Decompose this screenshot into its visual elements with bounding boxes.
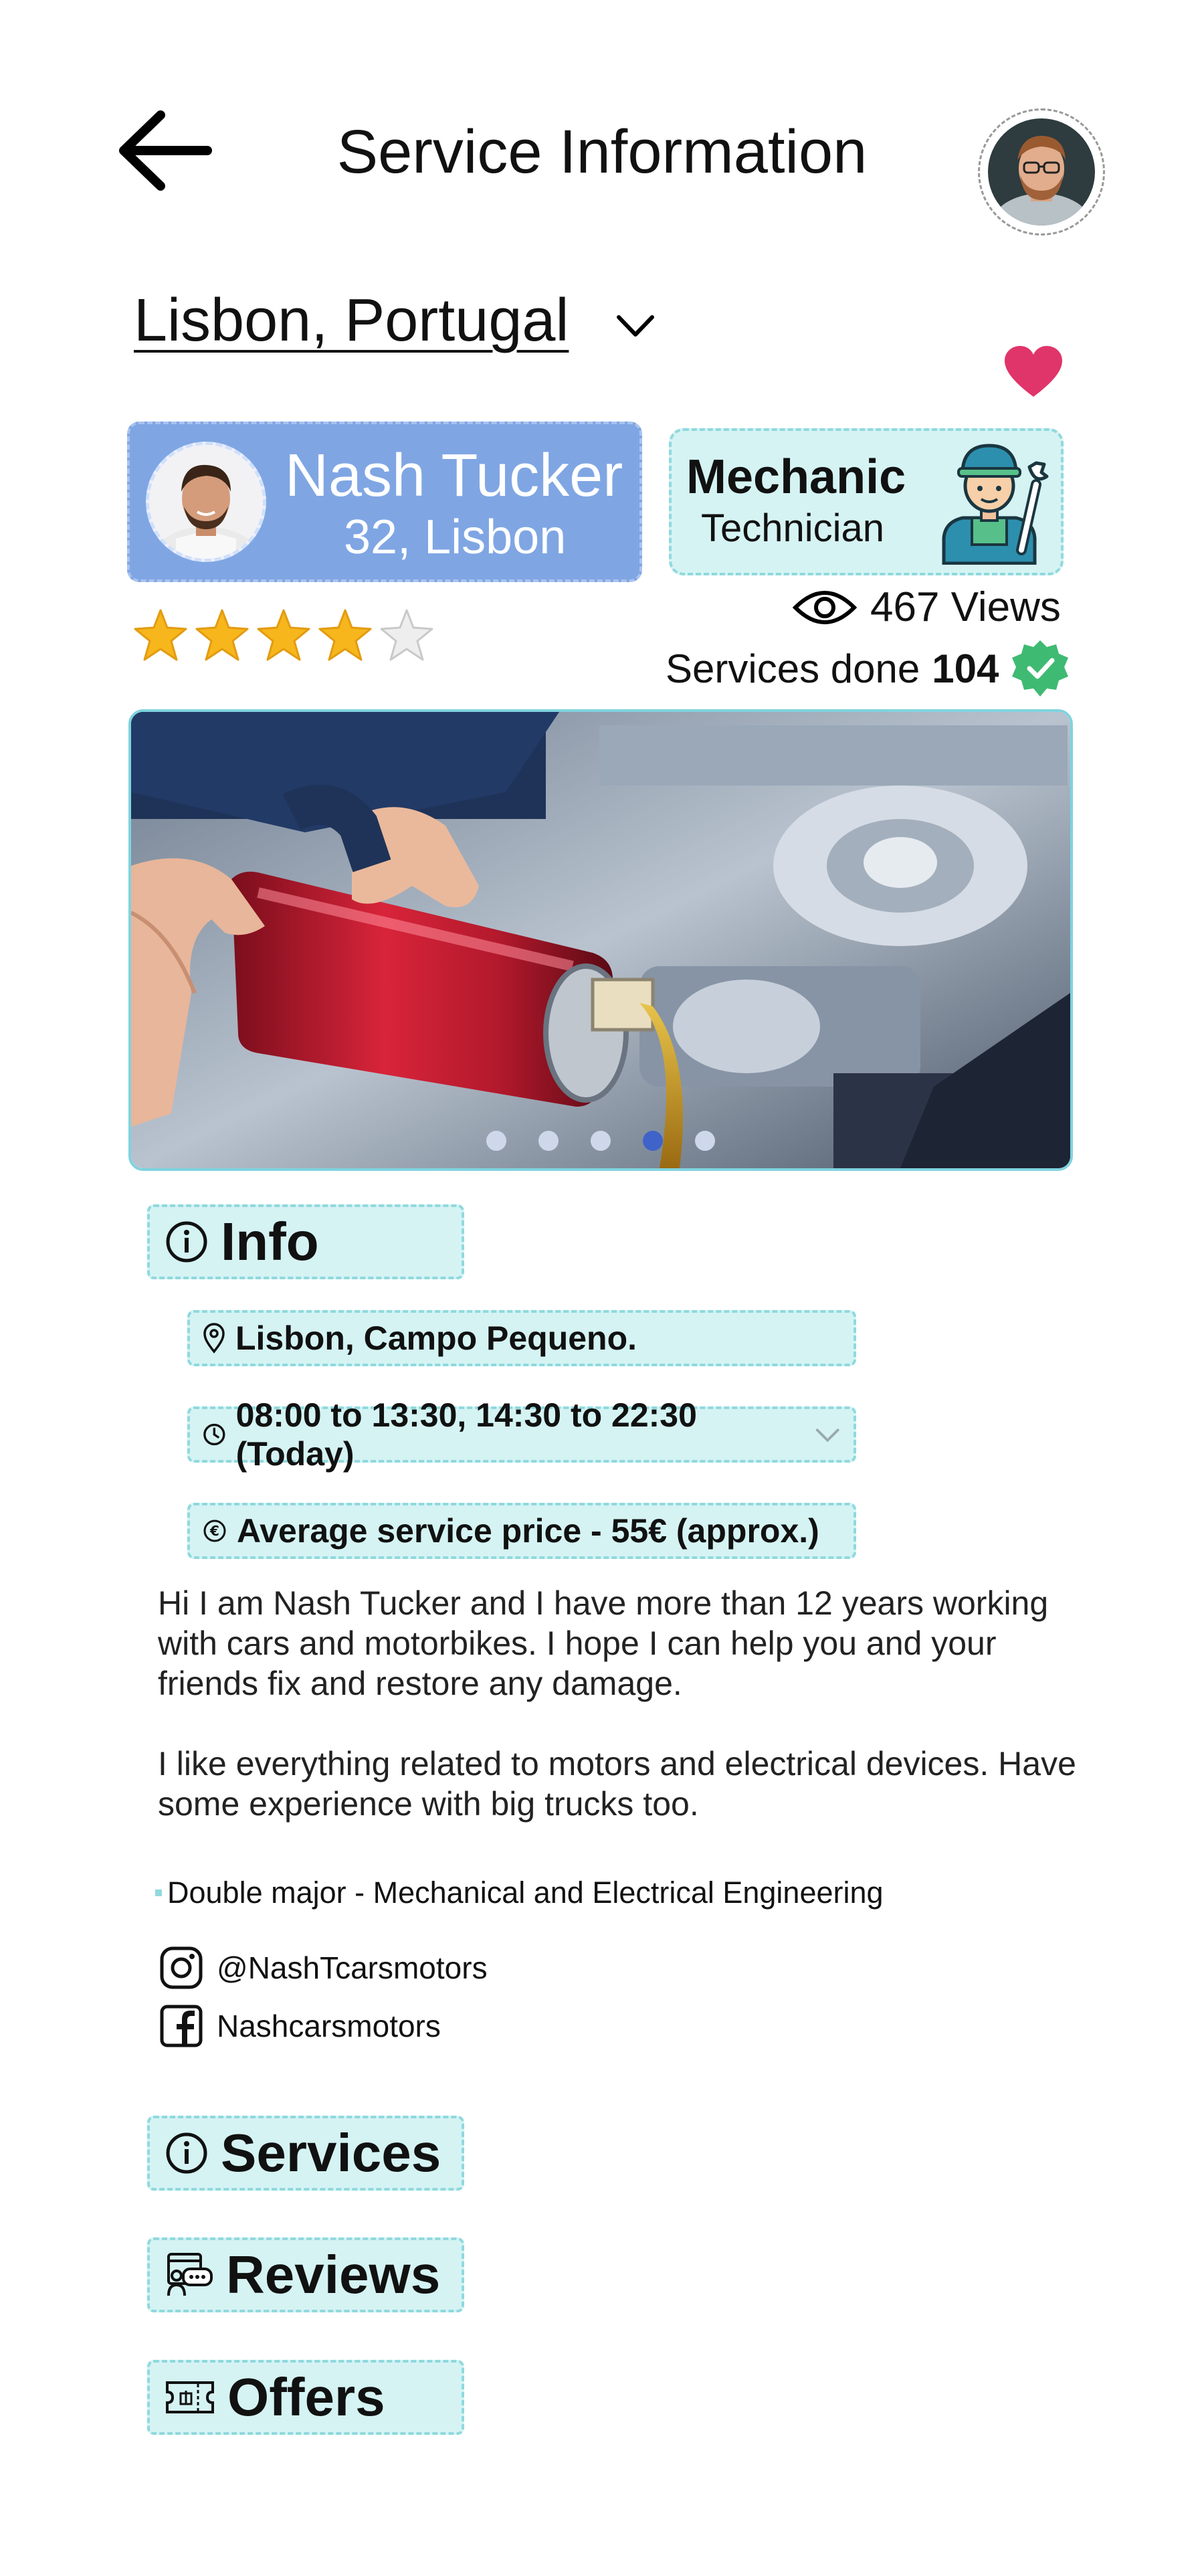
info-address: Lisbon, Campo Pequeno. bbox=[187, 1310, 856, 1366]
role-title: Mechanic bbox=[686, 450, 906, 504]
heart-icon[interactable] bbox=[1003, 345, 1064, 399]
info-price: € Average service price - 55€ (approx.) bbox=[187, 1503, 856, 1559]
bio-paragraph: I like everything related to motors and … bbox=[158, 1745, 1076, 1823]
back-button[interactable] bbox=[114, 107, 214, 194]
reviews-icon bbox=[167, 2253, 213, 2296]
oil-change-photo bbox=[131, 712, 1070, 1168]
verified-badge-icon bbox=[1012, 640, 1069, 697]
info-price-text: Average service price - 55€ (approx.) bbox=[237, 1512, 819, 1550]
bio-paragraph: Hi I am Nash Tucker and I have more than… bbox=[158, 1584, 1049, 1702]
star-icon bbox=[195, 609, 249, 661]
star-icon bbox=[257, 609, 310, 661]
tab-services-label: Services bbox=[221, 2123, 441, 2183]
user-avatar-image bbox=[988, 118, 1095, 225]
role-card: Mechanic Technician bbox=[669, 428, 1064, 575]
profile-photo bbox=[146, 442, 266, 562]
bullet bbox=[155, 1890, 162, 1896]
chevron-down-icon[interactable] bbox=[813, 1424, 841, 1445]
views-count: 467 Views bbox=[793, 583, 1061, 631]
profile-name: Nash Tucker bbox=[285, 442, 623, 509]
svg-text:€: € bbox=[209, 1523, 219, 1539]
profile-age-city: 32, Lisbon bbox=[344, 511, 567, 564]
info-hours-text: 08:00 to 13:30, 14:30 to 22:30 (Today) bbox=[235, 1396, 697, 1473]
star-icon bbox=[318, 609, 372, 661]
mechanic-icon bbox=[936, 438, 1049, 565]
profile-card[interactable]: Nash Tucker 32, Lisbon bbox=[127, 422, 642, 582]
chevron-down-icon[interactable] bbox=[612, 309, 659, 343]
tab-reviews[interactable]: Reviews bbox=[147, 2237, 464, 2312]
tab-offers-label: Offers bbox=[227, 2367, 385, 2427]
degree-item: Double major - Mechanical and Electrical… bbox=[155, 1875, 884, 1910]
instagram-handle: @NashTcarsmotors bbox=[217, 1950, 488, 1985]
tab-reviews-label: Reviews bbox=[226, 2245, 441, 2304]
facebook-link[interactable]: Nashcarsmotors bbox=[159, 2004, 441, 2048]
info-icon bbox=[166, 2132, 207, 2174]
degree-text: Double major - Mechanical and Electrical… bbox=[167, 1875, 884, 1910]
star-rating bbox=[132, 608, 435, 664]
carousel-dot[interactable] bbox=[643, 1131, 663, 1151]
page-title: Service Information bbox=[336, 118, 868, 186]
info-address-text: Lisbon, Campo Pequeno. bbox=[235, 1319, 637, 1357]
views-label: 467 Views bbox=[870, 584, 1061, 630]
service-photo-carousel[interactable] bbox=[128, 709, 1073, 1171]
carousel-dot[interactable] bbox=[486, 1131, 506, 1151]
carousel-dots[interactable] bbox=[131, 1131, 1070, 1151]
tab-offers[interactable]: Offers bbox=[147, 2360, 464, 2435]
tab-info-label: Info bbox=[221, 1212, 319, 1271]
eye-icon bbox=[793, 590, 857, 624]
info-hours[interactable]: 08:00 to 13:30, 14:30 to 22:30 (Today) bbox=[187, 1396, 856, 1473]
info-icon bbox=[166, 1221, 207, 1263]
carousel-dot[interactable] bbox=[591, 1131, 611, 1151]
instagram-link[interactable]: @NashTcarsmotors bbox=[159, 1946, 488, 1990]
euro-icon: € bbox=[203, 1520, 226, 1542]
services-done-count: 104 bbox=[932, 646, 999, 691]
location-selector[interactable]: Lisbon, Portugal bbox=[134, 286, 569, 355]
carousel-dot[interactable] bbox=[695, 1131, 715, 1151]
facebook-handle: Nashcarsmotors bbox=[217, 2009, 441, 2043]
services-done-label: Services done bbox=[666, 646, 920, 691]
user-avatar[interactable] bbox=[978, 108, 1105, 236]
services-done: Services done 104 bbox=[666, 639, 1070, 698]
facebook-icon bbox=[160, 2005, 203, 2047]
role-subtitle: Technician bbox=[701, 507, 885, 550]
clock-icon bbox=[203, 1423, 225, 1446]
arrow-left-icon bbox=[119, 110, 212, 191]
map-pin-icon bbox=[203, 1323, 225, 1354]
instagram-icon bbox=[160, 1946, 203, 1989]
star-icon bbox=[134, 609, 187, 661]
tab-services[interactable]: Services bbox=[147, 2116, 464, 2191]
carousel-dot[interactable] bbox=[538, 1131, 559, 1151]
star-icon bbox=[380, 609, 433, 661]
ticket-icon bbox=[166, 2381, 214, 2413]
tab-info[interactable]: Info bbox=[147, 1204, 464, 1279]
